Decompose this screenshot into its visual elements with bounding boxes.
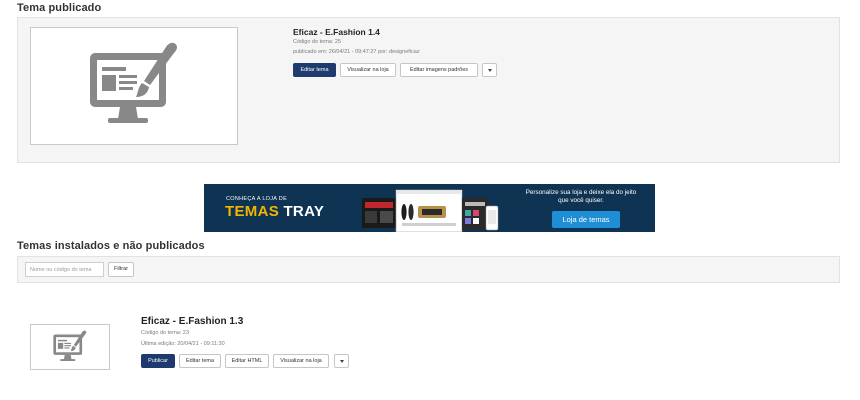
published-theme-panel: Eficaz - E.Fashion 1.4 Código do tema: 2… bbox=[17, 17, 840, 163]
published-theme-code: Código do tema: 25 bbox=[293, 39, 342, 45]
more-actions-dropdown[interactable] bbox=[482, 63, 497, 77]
edit-html-button[interactable]: Editar HTML bbox=[225, 354, 269, 368]
view-in-store-button[interactable]: Visualizar na loja bbox=[273, 354, 329, 368]
installed-theme-edited-info: Última edição: 20/04/21 - 09:11:30 bbox=[141, 341, 225, 347]
banner-tagline: Personalize sua loja e deixe ela do jeit… bbox=[525, 189, 637, 204]
published-section-title: Tema publicado bbox=[17, 2, 102, 14]
filter-button[interactable]: Filtrar bbox=[108, 262, 134, 277]
caret-down-icon bbox=[339, 359, 344, 363]
published-theme-published-info: publicado em: 26/04/21 - 09:47:27 por: d… bbox=[293, 49, 420, 55]
theme-store-button[interactable]: Loja de temas bbox=[552, 211, 620, 228]
banner-kicker: CONHEÇA A LOJA DE bbox=[226, 196, 288, 202]
caret-down-icon bbox=[487, 68, 492, 72]
tray-themes-banner[interactable]: CONHEÇA A LOJA DE TEMAS TRAY Personalize… bbox=[204, 184, 655, 232]
installed-theme-thumbnail bbox=[30, 324, 110, 370]
published-theme-name: Eficaz - E.Fashion 1.4 bbox=[293, 27, 380, 37]
publish-button[interactable]: Publicar bbox=[141, 354, 175, 368]
monitor-paintbrush-icon bbox=[53, 330, 87, 361]
installed-section-title: Temas instalados e não publicados bbox=[17, 240, 205, 252]
edit-default-images-button[interactable]: Editar imagens padrões bbox=[400, 63, 478, 77]
edit-theme-button[interactable]: Editar tema bbox=[293, 63, 336, 77]
more-actions-dropdown[interactable] bbox=[334, 354, 349, 368]
banner-word-tray: TRAY bbox=[283, 203, 325, 220]
installed-theme-code: Código do tema: 23 bbox=[141, 330, 190, 336]
edit-theme-button[interactable]: Editar tema bbox=[179, 354, 221, 368]
installed-theme-name: Eficaz - E.Fashion 1.3 bbox=[141, 316, 244, 327]
banner-devices-illustration bbox=[362, 189, 499, 232]
published-theme-thumbnail bbox=[30, 27, 238, 145]
banner-word-temas: TEMAS bbox=[225, 203, 279, 220]
theme-search-input[interactable] bbox=[25, 262, 104, 277]
filter-bar: Filtrar bbox=[17, 256, 840, 283]
monitor-paintbrush-icon bbox=[90, 42, 177, 123]
view-in-store-button[interactable]: Visualizar na loja bbox=[340, 63, 396, 77]
banner-headline: TEMAS TRAY bbox=[225, 203, 324, 220]
